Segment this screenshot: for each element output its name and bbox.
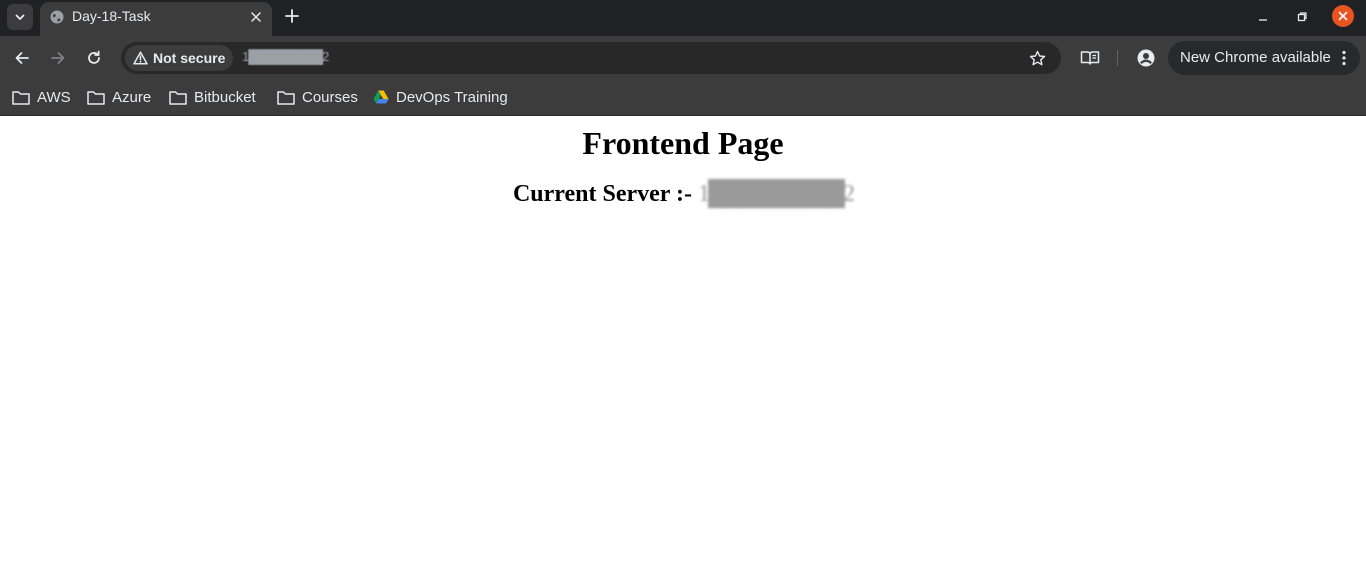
plus-icon [285,9,299,23]
bookmark-aws[interactable]: AWS [12,87,71,107]
current-server-line: Current Server :- 1█████████2 [0,181,1366,208]
bookmark-star-button[interactable] [1028,49,1046,67]
bookmark-bitbucket[interactable]: Bitbucket [169,87,256,107]
new-tab-button[interactable] [282,6,302,26]
address-bar[interactable]: Not secure 1█████████2 [121,42,1061,74]
tab-close-button[interactable] [247,8,265,26]
close-icon [251,12,261,22]
back-button[interactable] [12,48,32,68]
security-label: Not secure [153,50,226,66]
warning-icon [133,51,148,65]
person-icon [1137,49,1155,67]
folder-icon [12,90,30,105]
arrow-left-icon [15,52,29,64]
bookmarks-bar: AWS Azure Bitbucket Courses DevOps Train… [0,80,1366,116]
arrow-right-icon [51,52,65,64]
active-tab[interactable]: Day-18-Task [40,2,272,36]
more-vert-icon [1342,50,1346,66]
update-chrome-button[interactable]: New Chrome available [1168,41,1360,75]
window-close-button[interactable] [1332,5,1354,27]
tab-strip: Day-18-Task [0,0,1366,36]
reading-mode-button[interactable] [1079,48,1101,68]
profile-button[interactable] [1136,48,1156,68]
bookmark-azure[interactable]: Azure [87,87,151,107]
forward-button[interactable] [48,48,68,68]
folder-icon [169,90,187,105]
page-title: Frontend Page [582,125,784,161]
folder-icon [87,90,105,105]
bookmark-label: AWS [37,88,71,106]
browser-menu-button[interactable] [1336,48,1352,68]
bookmark-courses[interactable]: Courses [277,87,358,107]
reload-icon [88,50,100,64]
book-icon [1080,51,1100,65]
bookmark-label: DevOps Training [396,88,508,106]
bookmark-label: Bitbucket [194,88,256,106]
server-ip-value: 1█████████2 [698,181,855,207]
page-content: Frontend Page Current Server :- 1███████… [0,117,1366,561]
browser-toolbar: Not secure 1█████████2 New Chrome availa… [0,36,1366,80]
star-icon [1029,50,1045,65]
tab-search-button[interactable] [7,4,33,30]
bookmark-label: Azure [112,88,152,106]
server-label: Current Server :- [512,181,692,207]
update-chrome-label: New Chrome available [1180,49,1331,66]
bookmark-label: Courses [302,88,358,106]
minimize-button[interactable] [1254,8,1272,26]
folder-icon [277,90,295,105]
minimize-icon [1259,19,1267,21]
tab-title: Day-18-Task [72,8,151,24]
url-text: 1█████████2 [242,49,329,64]
reload-button[interactable] [84,48,104,68]
globe-icon [50,10,64,24]
restore-icon [1297,12,1307,22]
bookmark-devops-training[interactable]: DevOps Training [373,87,508,107]
maximize-button[interactable] [1293,8,1311,26]
toolbar-separator [1117,50,1118,66]
close-icon [1338,11,1348,21]
site-info-chip[interactable]: Not secure [125,45,233,71]
chevron-down-icon [15,14,25,20]
google-drive-icon [373,90,389,104]
